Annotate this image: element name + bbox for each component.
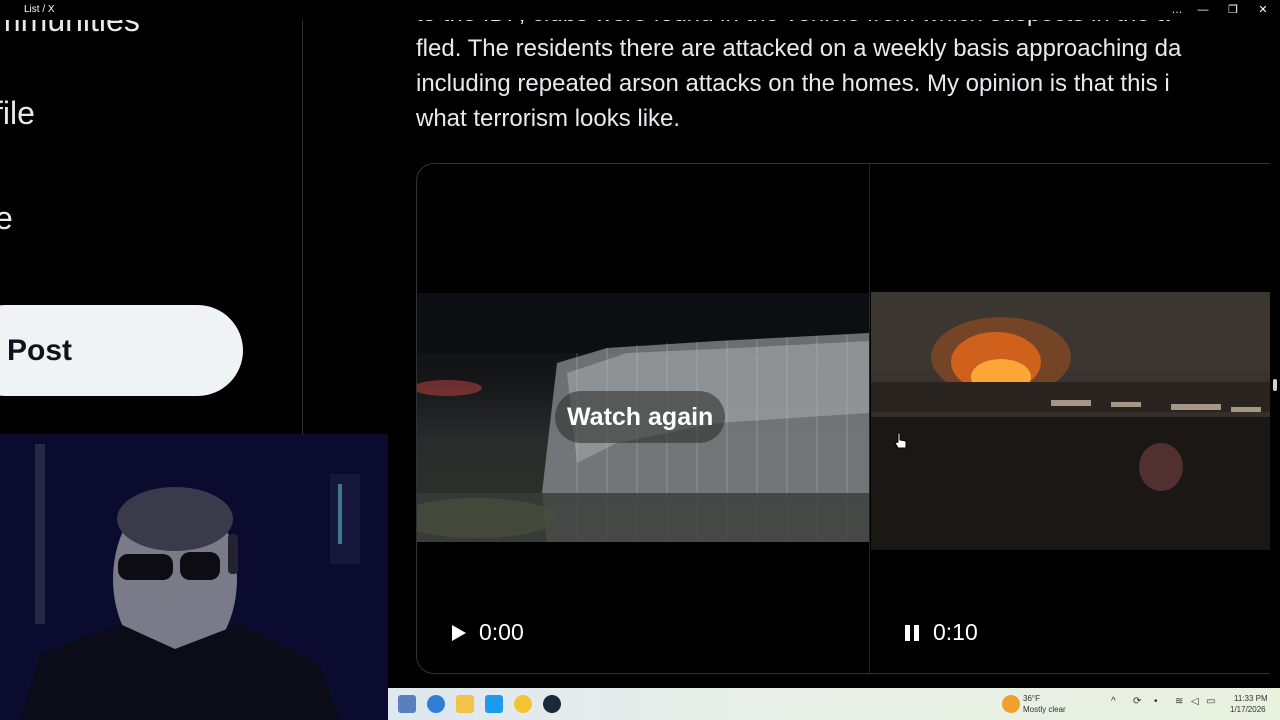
sidebar-item-profile[interactable]: file <box>0 95 35 132</box>
taskbar: 36°F Mostly clear ^ ⟳ • ≋ ◁ ▭ 11:33 PM 1… <box>388 688 1280 720</box>
video-2-controls: 0:10 <box>901 619 978 646</box>
post-button[interactable]: Post <box>0 305 243 396</box>
pause-icon[interactable] <box>901 622 923 644</box>
battery-icon[interactable]: ▭ <box>1206 696 1215 707</box>
sticky-app-icon[interactable] <box>514 695 532 713</box>
edge-browser-icon[interactable] <box>427 695 445 713</box>
sidebar-nav: mmunities file e Post <box>0 20 303 434</box>
wifi-icon[interactable]: ≋ <box>1175 696 1183 707</box>
tweet-media-grid: Watch again 0:00 0:10 <box>416 163 1270 674</box>
minimize-button[interactable]: — <box>1190 2 1216 18</box>
close-button[interactable]: ✕ <box>1250 2 1276 18</box>
weather-desc: Mostly clear <box>1023 705 1066 714</box>
watch-again-button[interactable]: Watch again <box>555 391 726 443</box>
sync-icon[interactable]: ⟳ <box>1133 696 1141 707</box>
hand-cursor-icon <box>894 432 907 449</box>
more-options-button[interactable]: … <box>1164 2 1190 18</box>
x-app-icon[interactable] <box>485 695 503 713</box>
main-timeline: to the IDF, clubs were found in the vehi… <box>304 20 1270 688</box>
window-titlebar: List / X … — ❐ ✕ <box>0 0 1280 20</box>
video-1-controls: 0:00 <box>447 619 524 646</box>
webcam-person-image <box>0 434 388 720</box>
clock-time[interactable]: 11:33 PM <box>1234 694 1268 703</box>
restore-button[interactable]: ❐ <box>1220 2 1246 18</box>
tweet-text-line: including repeated arson attacks on the … <box>416 70 1170 97</box>
tweet-text-line: to the IDF, clubs were found in the vehi… <box>416 20 1270 31</box>
sidebar-item-more[interactable]: e <box>0 200 13 237</box>
video-2-time: 0:10 <box>933 619 978 645</box>
tweet-text-line: fled. The residents there are attacked o… <box>416 35 1182 62</box>
video-player-1[interactable]: Watch again <box>417 293 869 542</box>
tweet-text: to the IDF, clubs were found in the vehi… <box>416 20 1270 136</box>
weather-icon[interactable] <box>1002 695 1020 713</box>
page-scrollbar[interactable] <box>1270 20 1280 688</box>
scroll-thumb[interactable] <box>1273 379 1277 391</box>
tweet-text-line: what terrorism looks like. <box>416 105 681 132</box>
weather-temp: 36°F <box>1023 694 1040 703</box>
volume-icon[interactable]: ◁ <box>1191 696 1199 707</box>
steam-icon[interactable] <box>543 695 561 713</box>
file-explorer-icon[interactable] <box>456 695 474 713</box>
clock-date[interactable]: 1/17/2026 <box>1230 705 1266 714</box>
video-frame-fire <box>871 292 1270 550</box>
webcam-overlay <box>0 434 388 720</box>
sidebar-item-communities[interactable]: mmunities <box>0 20 140 39</box>
calculator-icon[interactable] <box>398 695 416 713</box>
video-player-2[interactable] <box>871 292 1270 550</box>
play-icon[interactable] <box>447 622 469 644</box>
window-title: List / X <box>24 4 55 15</box>
video-1-time: 0:00 <box>479 619 524 645</box>
chevron-up-icon[interactable]: ^ <box>1111 696 1116 707</box>
microphone-icon[interactable]: • <box>1154 696 1158 707</box>
